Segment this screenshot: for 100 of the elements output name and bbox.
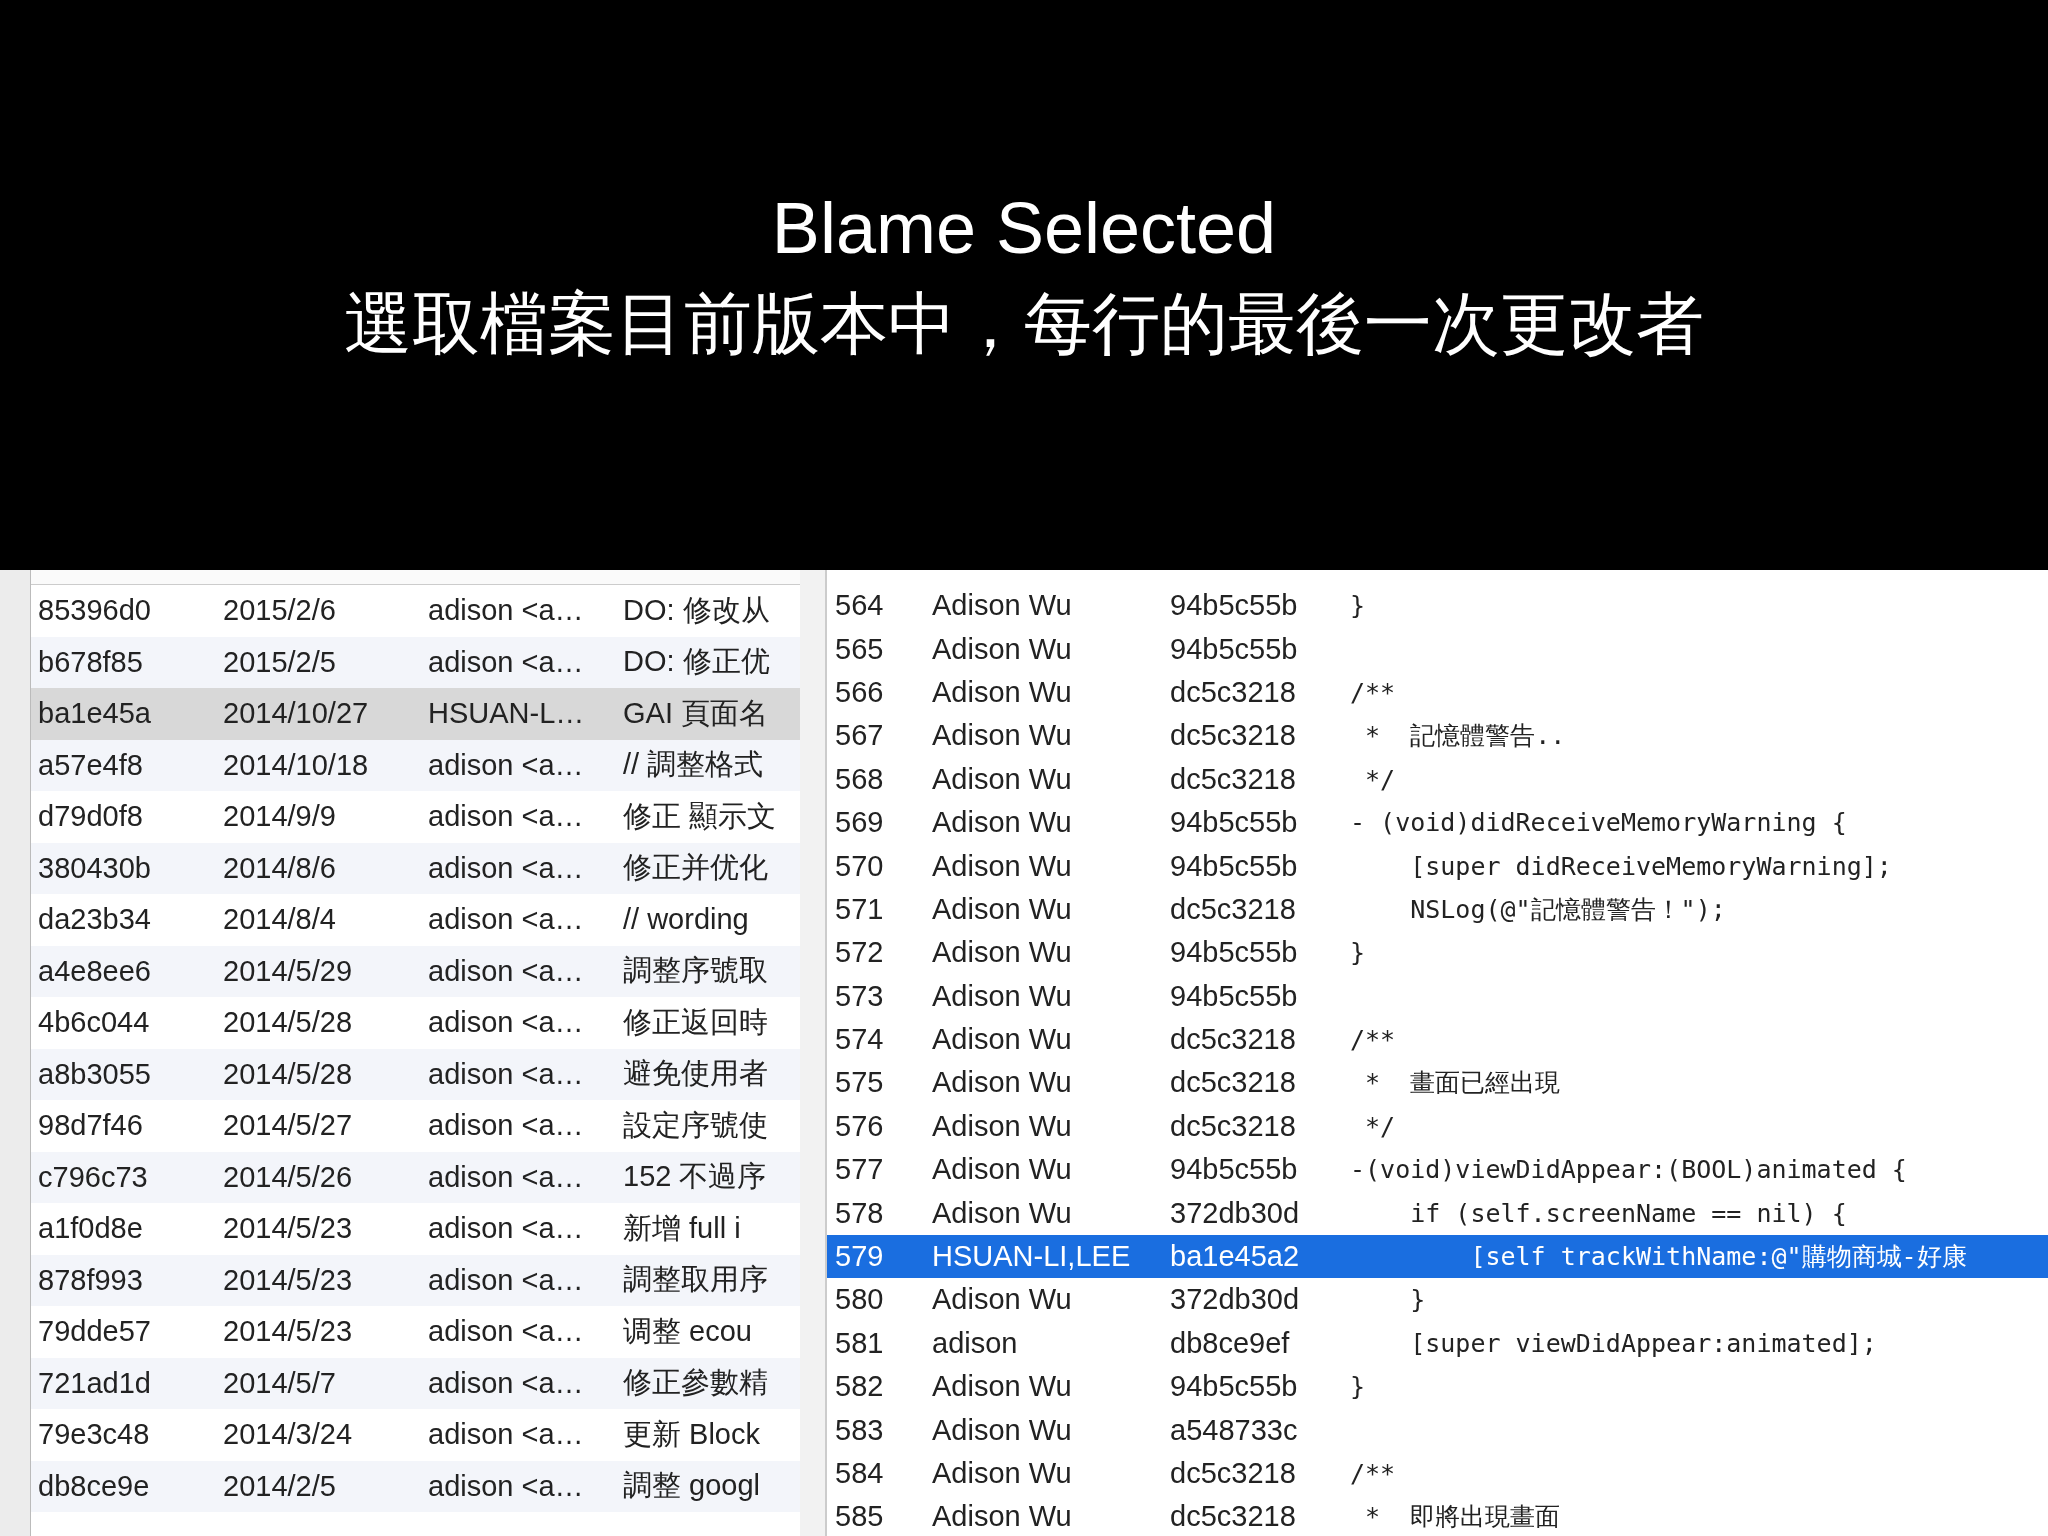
history-row[interactable]: 721ad1d 2014/5/7 adison <a… 修正參數精: [31, 1357, 800, 1409]
blame-line[interactable]: 577 Adison Wu 94b5c55b -(void)viewDidAppear:(BOOL)animated {: [827, 1148, 2048, 1192]
author-cell-text: Adison Wu: [932, 1109, 1073, 1143]
blame-line[interactable]: 583 Adison Wu a548733c: [827, 1408, 2048, 1452]
revision-cell-text: db8ce9ef: [1170, 1326, 1291, 1360]
changeset-cell-text: db8ce9e: [37, 1469, 151, 1503]
line-number: 577: [834, 1153, 885, 1187]
blame-line[interactable]: 571 Adison Wu dc5c3218 NSLog(@"記憶體警告！");: [827, 887, 2048, 932]
line-number: 564: [834, 589, 885, 623]
revision-cell-text: 94b5c55b: [1170, 1370, 1299, 1404]
line-number: 571: [834, 892, 885, 926]
history-row[interactable]: a8b3055 2014/5/28 adison <a… 避免使用者: [31, 1048, 800, 1100]
author-cell-text: Adison Wu: [932, 1283, 1073, 1317]
revision-cell-text: dc5c3218: [1170, 892, 1297, 926]
blame-line[interactable]: 582 Adison Wu 94b5c55b }: [827, 1365, 2048, 1409]
author-cell-text: Adison Wu: [932, 1370, 1073, 1404]
revision-cell-text: 94b5c55b: [1170, 589, 1299, 623]
line-number: 574: [834, 1023, 885, 1057]
date-cell-text: 2014/10/27: [223, 697, 370, 731]
blame-line[interactable]: 566 Adison Wu dc5c3218 /**: [827, 670, 2048, 715]
line-number: 579: [834, 1240, 885, 1274]
date-cell-text: 2014/5/28: [223, 1057, 353, 1091]
blame-line[interactable]: 568 Adison Wu dc5c3218 */: [827, 757, 2048, 801]
blame-line[interactable]: 565 Adison Wu 94b5c55b: [827, 627, 2048, 671]
history-row[interactable]: a57e4f8 2014/10/18 adison <a… // 調整格式: [31, 739, 800, 791]
author-cell-text: Adison Wu: [932, 719, 1073, 753]
author-cell-text: Adison Wu: [932, 979, 1073, 1013]
changeset-cell-text: d79d0f8: [37, 800, 144, 834]
code-text: }: [1409, 1285, 1426, 1315]
description-cell-text: DO: 修改从: [623, 592, 770, 628]
description-cell-text: 修正參數精: [623, 1365, 768, 1401]
code-text: /**: [1350, 677, 1396, 707]
blame-line[interactable]: 576 Adison Wu dc5c3218 */: [827, 1104, 2048, 1149]
code-text: NSLog(@"記憶體警告！");: [1409, 893, 1726, 926]
revision-cell-text: ba1e45a2: [1170, 1240, 1301, 1274]
revision-cell-text: 94b5c55b: [1170, 632, 1299, 666]
revision-cell-text: 94b5c55b: [1170, 806, 1299, 840]
date-cell-text: 2014/5/23: [223, 1263, 353, 1297]
blame-line[interactable]: 585 Adison Wu dc5c3218 * 即將出現畫面: [827, 1495, 2048, 1536]
revision-cell-text: dc5c3218: [1170, 1023, 1297, 1057]
line-number: 580: [834, 1283, 885, 1317]
line-number: 581: [834, 1326, 885, 1360]
changeset-cell-text: 721ad1d: [37, 1366, 152, 1400]
date-cell-text: 2014/5/27: [223, 1109, 353, 1143]
blame-line[interactable]: 580 Adison Wu 372db30d }: [827, 1278, 2048, 1322]
line-number: 566: [834, 675, 885, 709]
user-cell-text: adison <a…: [428, 1109, 585, 1143]
description-cell-text: 152 不過序: [623, 1159, 767, 1195]
changeset-cell-text: a8b3055: [37, 1057, 152, 1091]
line-number: 576: [834, 1109, 885, 1143]
slide-title: 選取檔案目前版本中，每行的最後一次更改者: [344, 283, 1704, 365]
changeset-cell-text: ba1e45a: [37, 697, 152, 731]
line-number: 584: [834, 1457, 885, 1490]
author-cell-text: Adison Wu: [932, 1023, 1073, 1057]
date-cell-text: 2015/2/6: [223, 594, 337, 628]
code-text: /**: [1350, 1025, 1396, 1055]
history-row[interactable]: b678f85 2015/2/5 adison <a… DO: 修正优: [31, 636, 800, 688]
description-cell-text: 新增 full i: [623, 1210, 741, 1246]
blame-line[interactable]: 578 Adison Wu 372db30d if (self.screenName == nil) {: [827, 1191, 2048, 1235]
description-cell: // wording: [623, 903, 749, 937]
author-cell-text: Adison Wu: [932, 589, 1073, 623]
history-row[interactable]: c796c73 2014/5/26 adison <a… 152 不過序: [31, 1151, 800, 1203]
code-text: - (void)didReceiveMemoryWarning {: [1350, 808, 1847, 838]
description-cell-text: 更新 Block: [623, 1416, 760, 1452]
changeset-cell-text: b678f85: [37, 645, 144, 679]
line-number: 578: [834, 1196, 885, 1230]
blame-line[interactable]: 575 Adison Wu dc5c3218 * 畫面已經出現: [827, 1061, 2048, 1105]
blame-line[interactable]: 570 Adison Wu 94b5c55b [super didReceiveMemoryWarning];: [827, 844, 2048, 888]
changeset-cell-text: a4e8ee6: [37, 954, 152, 988]
history-row[interactable]: 878f993 2014/5/23 adison <a… 調整取用序: [31, 1254, 800, 1306]
changeset-cell-text: 98d7f46: [37, 1109, 144, 1143]
blame-line[interactable]: 567 Adison Wu dc5c3218 * 記憶體警告..: [827, 714, 2048, 758]
description-cell-text: 修正 顯示文: [623, 798, 777, 834]
blame-line[interactable]: 584 Adison Wu dc5c3218 /**: [827, 1451, 2048, 1496]
code-text: * 即將出現畫面: [1364, 1501, 1561, 1534]
code-text: [self trackWithName:@"購物商城-好康: [1469, 1241, 1967, 1274]
blame-line[interactable]: 574 Adison Wu dc5c3218 /**: [827, 1017, 2048, 1062]
changeset-cell-text: 380430b: [37, 851, 152, 885]
user-cell-text: adison <a…: [428, 903, 585, 937]
history-row[interactable]: db8ce9e 2014/2/5 adison <a… 調整 googl: [31, 1460, 800, 1512]
line-number: 568: [834, 762, 885, 796]
description-cell-text: DO: 修正优: [623, 644, 770, 680]
history-row[interactable]: a4e8ee6 2014/5/29 adison <a… 調整序號取: [31, 945, 800, 997]
blame-line[interactable]: 573 Adison Wu 94b5c55b: [827, 974, 2048, 1018]
blame-line[interactable]: 581 adison db8ce9ef [super viewDidAppear:animated];: [827, 1321, 2048, 1366]
description-cell-text: GAI 頁面名: [623, 695, 768, 731]
date-cell-text: 2014/5/23: [223, 1212, 353, 1246]
code-text: */: [1364, 764, 1396, 794]
blame-line[interactable]: 564 Adison Wu 94b5c55b }: [827, 584, 2048, 628]
history-row[interactable]: 380430b 2014/8/6 adison <a… 修正并优化: [31, 842, 800, 894]
code-text: * 畫面已經出現: [1364, 1067, 1561, 1100]
line-number: 575: [834, 1066, 885, 1100]
date-cell-text: 2014/3/24: [223, 1418, 353, 1452]
revision-cell-text: 94b5c55b: [1170, 979, 1299, 1013]
user-cell-text: adison <a…: [428, 800, 585, 834]
history-row[interactable]: ba1e45a 2014/10/27 HSUAN-L… GAI 頁面名: [31, 688, 800, 740]
blame-line[interactable]: 572 Adison Wu 94b5c55b }: [827, 931, 2048, 975]
revision-cell-text: 94b5c55b: [1170, 849, 1299, 883]
blame-line[interactable]: 569 Adison Wu 94b5c55b - (void)didReceiveMemoryWarning {: [827, 800, 2048, 845]
author-cell-text: Adison Wu: [932, 675, 1073, 709]
